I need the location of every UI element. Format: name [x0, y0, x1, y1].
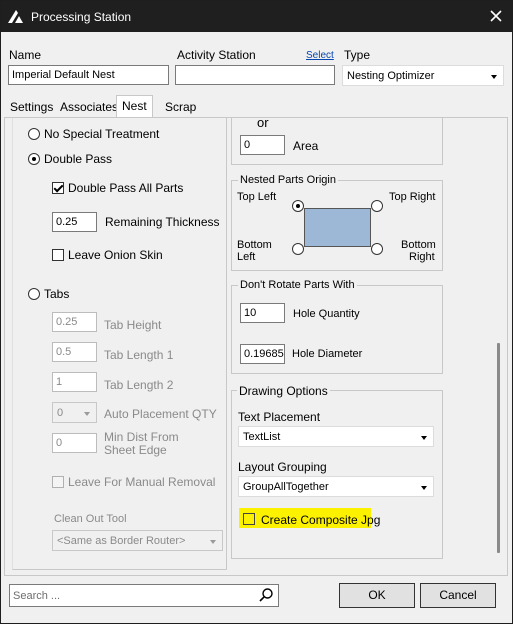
clean-out-tool-value: <Same as Border Router> — [57, 535, 186, 547]
tab-settings[interactable]: Settings — [5, 97, 58, 117]
chevron-down-icon — [210, 540, 216, 544]
activity-station-label: Activity Station — [177, 48, 256, 62]
type-select[interactable]: Nesting Optimizer — [342, 65, 504, 86]
hole-quantity-label: Hole Quantity — [293, 308, 360, 320]
hole-diameter-field[interactable]: 0.19685 — [240, 344, 285, 364]
tabs-label: Tabs — [44, 287, 70, 301]
scrollbar-thumb[interactable] — [497, 343, 500, 553]
chevron-down-icon — [491, 75, 497, 79]
clean-out-tool-label: Clean Out Tool — [54, 513, 127, 525]
no-special-label: No Special Treatment — [44, 127, 160, 141]
text-placement-value: TextList — [243, 431, 281, 443]
no-special-radio[interactable] — [28, 128, 40, 140]
origin-top-left-radio[interactable] — [292, 200, 304, 212]
layout-grouping-select[interactable]: GroupAllTogether — [238, 476, 434, 497]
tab-nest[interactable]: Nest — [116, 95, 153, 118]
ok-button[interactable]: OK — [339, 583, 415, 608]
cancel-button[interactable]: Cancel — [420, 583, 496, 608]
tab-length-1-field[interactable]: 0.5 — [52, 342, 97, 362]
double-pass-all-label: Double Pass All Parts — [68, 181, 184, 195]
double-pass-all-checkbox[interactable] — [52, 182, 64, 194]
triangle-logo-icon — [8, 10, 23, 23]
bottom-left-label-line2: Left — [237, 251, 256, 263]
clean-out-tool-select[interactable]: <Same as Border Router> — [52, 530, 223, 551]
origin-bottom-right-radio[interactable] — [371, 243, 383, 255]
leave-onion-checkbox[interactable] — [52, 249, 64, 261]
name-field[interactable]: Imperial Default Nest — [8, 65, 169, 85]
auto-placement-qty-select[interactable]: 0 — [52, 402, 97, 423]
create-composite-jpg-label: Create Composite Jpg — [261, 513, 381, 527]
area-field[interactable]: 0 — [240, 135, 285, 155]
chevron-down-icon — [421, 486, 427, 490]
origin-sheet-preview — [304, 208, 371, 247]
min-dist-label-line1: Min Dist From — [104, 430, 179, 444]
top-left-label: Top Left — [237, 191, 277, 203]
origin-bottom-left-radio[interactable] — [292, 243, 304, 255]
title-bar: Processing Station — [1, 1, 512, 32]
hole-quantity-field[interactable]: 10 — [240, 303, 285, 323]
activity-station-field[interactable] — [175, 65, 335, 85]
tab-length-1-label: Tab Length 1 — [104, 348, 174, 362]
text-placement-label: Text Placement — [238, 410, 321, 424]
double-pass-label: Double Pass — [44, 152, 113, 166]
select-link[interactable]: Select — [306, 50, 334, 61]
tab-length-2-label: Tab Length 2 — [104, 378, 174, 392]
chevron-down-icon — [421, 436, 427, 440]
top-right-label: Top Right — [389, 191, 436, 203]
layout-grouping-value: GroupAllTogether — [243, 481, 329, 493]
remaining-thickness-label: Remaining Thickness — [105, 215, 220, 229]
tab-height-field[interactable]: 0.25 — [52, 312, 97, 332]
auto-placement-qty-label: Auto Placement QTY — [104, 407, 217, 421]
create-composite-jpg-checkbox[interactable] — [243, 513, 255, 525]
min-dist-field[interactable]: 0 — [52, 433, 97, 453]
bottom-right-label-line1: Bottom — [401, 239, 436, 251]
close-icon[interactable] — [486, 6, 506, 26]
leave-manual-removal-checkbox[interactable] — [52, 476, 64, 488]
origin-top-right-radio[interactable] — [371, 200, 383, 212]
double-pass-radio[interactable] — [28, 153, 40, 165]
hole-diameter-label: Hole Diameter — [292, 348, 363, 360]
area-label: Area — [293, 139, 319, 153]
remaining-thickness-field[interactable]: 0.25 — [52, 212, 97, 232]
search-icon[interactable] — [258, 587, 274, 603]
min-dist-label-line2: Sheet Edge — [104, 443, 167, 457]
bottom-left-label-line1: Bottom — [237, 239, 272, 251]
window-title: Processing Station — [31, 10, 132, 24]
tab-length-2-field[interactable]: 1 — [52, 372, 97, 392]
layout-grouping-label: Layout Grouping — [238, 460, 327, 474]
tab-associates[interactable]: Associates — [55, 97, 123, 117]
text-placement-select[interactable]: TextList — [238, 426, 434, 447]
tabs-radio[interactable] — [28, 288, 40, 300]
or-label: or — [257, 115, 269, 130]
name-label: Name — [9, 48, 42, 62]
leave-onion-label: Leave Onion Skin — [68, 248, 163, 262]
tab-scrap[interactable]: Scrap — [160, 97, 201, 117]
type-select-value: Nesting Optimizer — [347, 70, 435, 82]
processing-station-window: Processing Station Name Imperial Default… — [0, 0, 513, 624]
type-label: Type — [344, 48, 371, 62]
bottom-right-label-line2: Right — [409, 251, 435, 263]
auto-placement-qty-value: 0 — [57, 407, 64, 419]
search-input[interactable]: Search ... — [9, 584, 279, 607]
drawing-options-title: Drawing Options — [237, 384, 330, 398]
tab-height-label: Tab Height — [104, 318, 162, 332]
chevron-down-icon — [84, 412, 90, 416]
nested-parts-origin-title: Nested Parts Origin — [238, 174, 338, 186]
leave-manual-removal-label: Leave For Manual Removal — [68, 475, 216, 489]
dont-rotate-title: Don't Rotate Parts With — [238, 279, 357, 291]
